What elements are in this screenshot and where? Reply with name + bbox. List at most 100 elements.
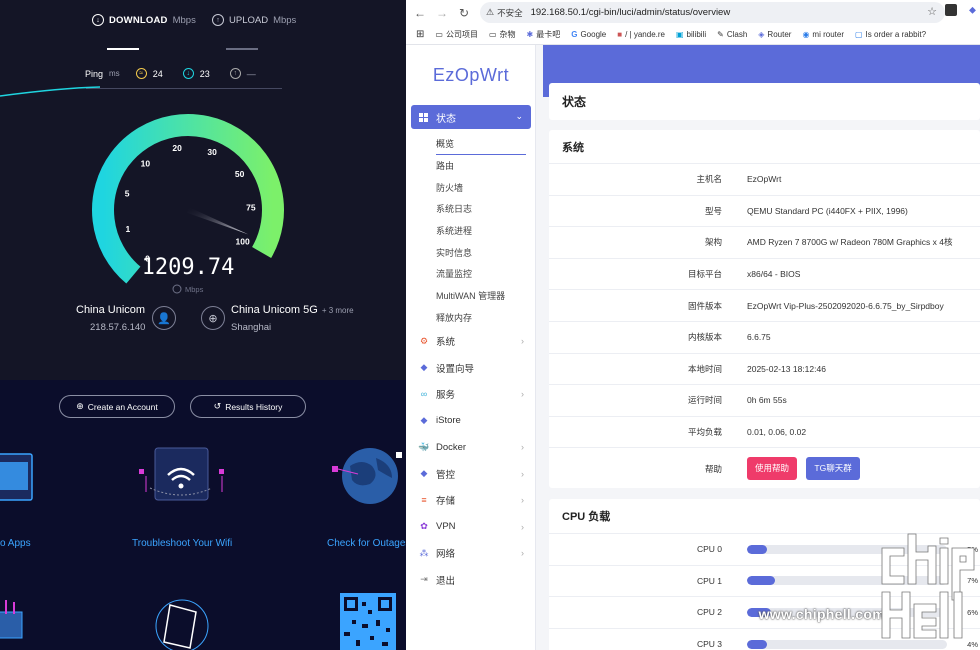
table-row: 主机名 EzOpWrt xyxy=(549,163,980,195)
browser-toolbar: ← → ↻ ⚠ 不安全 192.168.50.1/cgi-bin/luci/ad… xyxy=(406,0,980,25)
forward-arrow-icon[interactable]: → xyxy=(431,2,453,24)
check-outages-link[interactable]: Check for Outages xyxy=(327,538,406,549)
sidebar-item-storage[interactable]: ≡ 存储 › xyxy=(406,487,536,514)
bookmark-item[interactable]: ▣ bilibili xyxy=(676,30,706,39)
gauge-unit-download-icon xyxy=(172,284,182,294)
client-info: China Unicom 218.57.6.140 xyxy=(76,304,145,333)
sidebar-item-system[interactable]: ⚙ 系统 › xyxy=(406,328,536,355)
bookmarks-bar: ⊞ ▭ 公司项目 ▭ 杂物 ✱ 最卡吧 G Google ■ / | yande.re ▣… xyxy=(406,25,980,45)
submenu-multiwan[interactable]: MultiWAN 管理器 xyxy=(436,285,526,307)
submenu-syslog[interactable]: 系统日志 xyxy=(436,198,526,220)
submenu-traffic[interactable]: 流量监控 xyxy=(436,263,526,285)
phone-illustration-icon xyxy=(155,599,209,650)
submenu-routes[interactable]: 路由 xyxy=(436,155,526,177)
bookmark-item[interactable]: ◈ Router xyxy=(758,30,791,39)
chiphell-logo-icon xyxy=(881,533,975,639)
gauge-tick-label: 75 xyxy=(246,202,256,212)
row-key: 内核版本 xyxy=(687,332,722,343)
back-arrow-icon[interactable]: ← xyxy=(409,2,431,24)
row-key: 运行时间 xyxy=(687,395,722,406)
reload-icon[interactable]: ↻ xyxy=(453,2,475,24)
submenu-realtime[interactable]: 实时信息 xyxy=(436,241,526,263)
url-text: 192.168.50.1/cgi-bin/luci/admin/status/o… xyxy=(530,7,731,18)
gear-icon: ⚙ xyxy=(419,335,429,346)
cube-icon: ◆ xyxy=(420,468,428,479)
link-icon: ∞ xyxy=(420,389,428,400)
cube-icon: ◆ xyxy=(420,415,428,426)
system-card-title: 系统 xyxy=(562,141,584,154)
bookmark-item[interactable]: ✎ Clash xyxy=(717,30,747,39)
extension-shield-icon[interactable]: ⬥ xyxy=(969,5,976,16)
qr-code-icon xyxy=(340,593,396,650)
sidebar-item-wizard[interactable]: ◆ 设置向导 xyxy=(406,355,536,382)
help-label: 帮助 xyxy=(704,463,722,474)
usage-help-button[interactable]: 使用帮助 xyxy=(747,457,798,481)
gauge-arc xyxy=(92,114,284,284)
browser-window: ← → ↻ ⚠ 不安全 192.168.50.1/cgi-bin/luci/ad… xyxy=(406,0,980,650)
sidebar-item-status[interactable]: 状态 ⌄ xyxy=(411,105,531,129)
bookmark-item[interactable]: ■ / | yande.re xyxy=(617,30,665,39)
promo-illustrations xyxy=(0,447,402,650)
extension-icon[interactable] xyxy=(945,4,957,16)
row-value: x86/64 - BIOS xyxy=(747,269,801,280)
cpu-load-fill xyxy=(747,576,775,586)
database-icon: ≡ xyxy=(421,495,427,506)
brand-logo[interactable]: EzOpWrt xyxy=(406,65,536,86)
cpu-load-fill xyxy=(747,639,767,649)
bookmark-item[interactable]: ◉ mi router xyxy=(802,30,844,39)
sidebar-item-istore[interactable]: ◆ iStore xyxy=(406,408,536,435)
sidebar-item-network[interactable]: ⁂ 网络 › xyxy=(406,540,536,567)
cpu-label: CPU 2 xyxy=(696,607,722,618)
chevron-right-icon: › xyxy=(521,389,524,400)
row-key: 本地时间 xyxy=(687,363,722,374)
bookmark-item[interactable]: ▭ 杂物 xyxy=(489,29,516,40)
troubleshoot-wifi-link[interactable]: Troubleshoot Your Wifi xyxy=(132,538,232,549)
chevron-right-icon: › xyxy=(521,336,524,347)
logout-icon: ⇥ xyxy=(420,574,428,585)
sidebar-item-docker[interactable]: 🐳 Docker › xyxy=(406,434,536,461)
system-table: 主机名 EzOpWrt 型号 QEMU Standard PC (i440FX + P… xyxy=(549,163,980,447)
tg-group-button[interactable]: TG聊天群 xyxy=(806,457,860,481)
globe-icon[interactable]: ⊕ xyxy=(201,306,225,330)
rabbit-icon: ▢ xyxy=(854,30,863,39)
sidebar-item-logout[interactable]: ⇥ 退出 xyxy=(406,567,536,594)
gauge-tick-label: 5 xyxy=(125,189,130,199)
submenu-processes[interactable]: 系统进程 xyxy=(436,220,526,242)
sidebar-item-vpn[interactable]: ✿ VPN › xyxy=(406,514,536,541)
router-illustration-icon xyxy=(0,600,23,639)
gauge-tick-label: 1 xyxy=(126,224,131,234)
apps-card-link[interactable]: o Apps xyxy=(0,538,31,549)
user-icon[interactable]: 👤 xyxy=(152,306,176,330)
row-key: 架构 xyxy=(704,237,722,248)
table-row: 固件版本 EzOpWrt Vip-Plus-2502092020-6.6.75_b… xyxy=(549,289,980,321)
speedtest-result-area: ↓ DOWNLOAD Mbps ↑ UPLOAD Mbps Ping ms ≈ … xyxy=(0,0,406,380)
row-value: 2025-02-13 18:12:46 xyxy=(747,363,826,374)
sidebar-item-control[interactable]: ◆ 管控 › xyxy=(406,461,536,488)
bookmark-item[interactable]: G Google xyxy=(571,30,606,39)
gauge-tick-label: 10 xyxy=(141,159,151,169)
row-value: AMD Ryzen 7 8700G w/ Radeon 780M Graphic… xyxy=(747,237,953,248)
row-value: 0h 6m 55s xyxy=(747,395,787,406)
bookmark-star-icon[interactable]: ☆ xyxy=(927,5,937,18)
bilibili-icon: ▣ xyxy=(675,30,684,39)
bookmark-item[interactable]: ✱ 最卡吧 xyxy=(527,29,561,40)
speedtest-promo-area: ⊕ Create an Account ↺ Results History o … xyxy=(0,380,406,650)
submenu-overview[interactable]: 概览 xyxy=(436,133,526,155)
address-bar[interactable]: ⚠ 不安全 192.168.50.1/cgi-bin/luci/admin/st… xyxy=(480,2,945,23)
security-status: 不安全 xyxy=(497,7,523,18)
row-value: 6.6.75 xyxy=(747,332,771,343)
row-value: 0.01, 0.06, 0.02 xyxy=(747,427,807,438)
apps-grid-icon[interactable]: ⊞ xyxy=(416,29,424,40)
sidebar-item-services[interactable]: ∞ 服务 › xyxy=(406,381,536,408)
bookmark-item[interactable]: ▢ Is order a rabbit? xyxy=(855,30,926,39)
speed-graph-line xyxy=(0,86,101,97)
submenu-free-memory[interactable]: 释放内存 xyxy=(436,307,526,329)
mi-router-icon: ◉ xyxy=(802,30,810,39)
gauge-tick-label: 30 xyxy=(207,147,217,157)
bookmark-item[interactable]: ▭ 公司项目 xyxy=(435,29,478,40)
test-server[interactable]: China Unicom 5G + 3 more Shanghai xyxy=(231,304,354,333)
submenu-firewall[interactable]: 防火墙 xyxy=(436,176,526,198)
globe-outage-illustration-icon xyxy=(332,448,402,504)
row-key: 型号 xyxy=(704,205,722,216)
folder-icon: ▭ xyxy=(435,30,443,39)
